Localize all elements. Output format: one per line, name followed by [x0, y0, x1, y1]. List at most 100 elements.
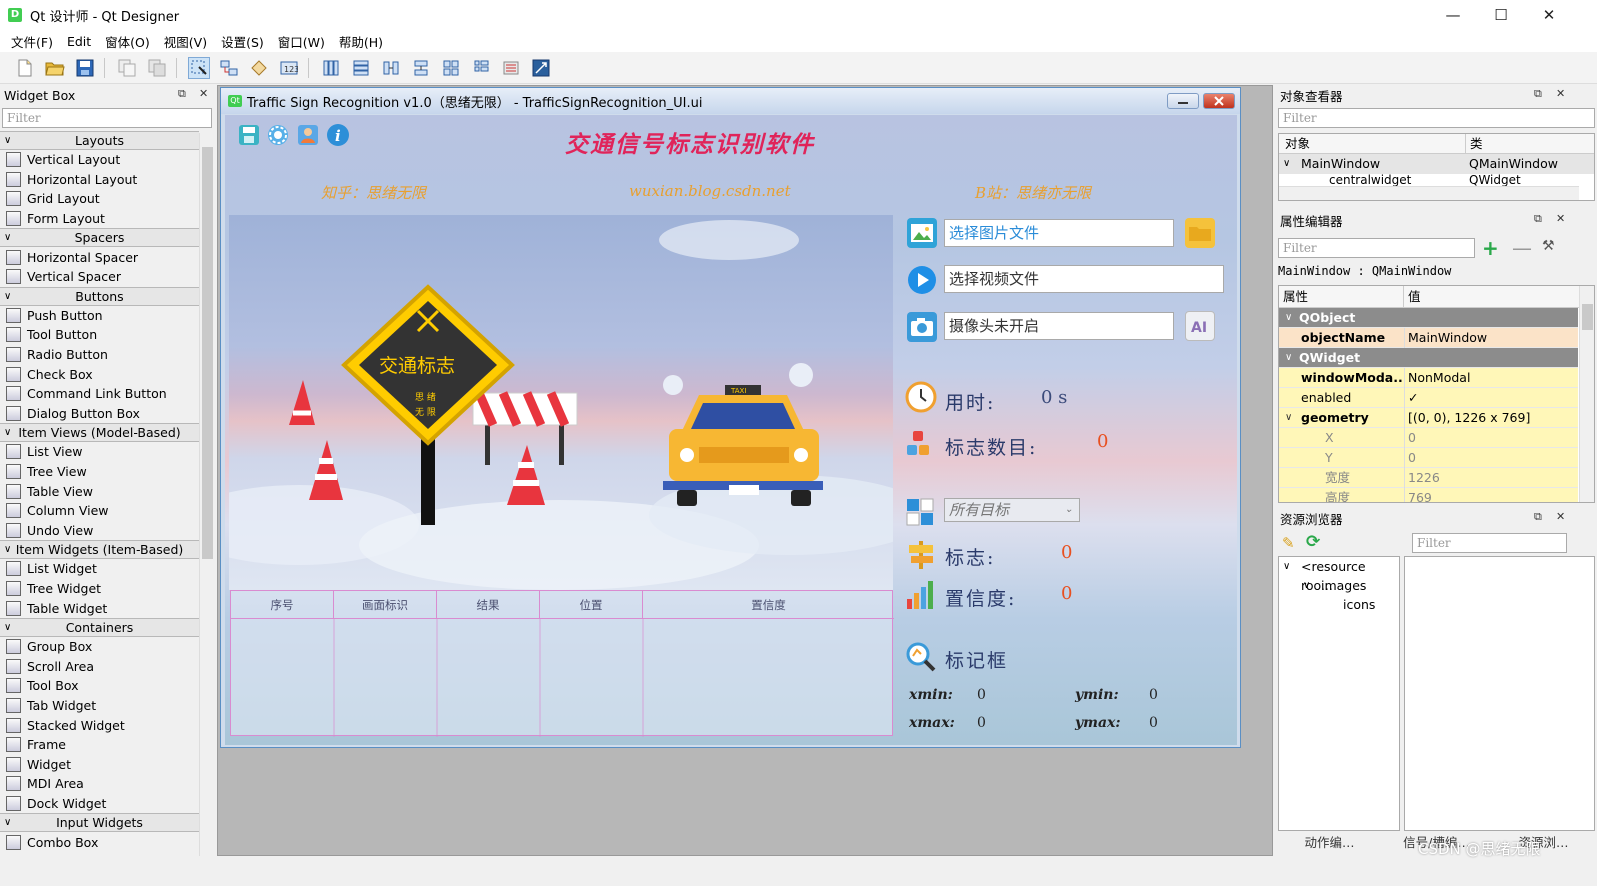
edit-widgets-icon[interactable] — [188, 57, 210, 79]
widget-item[interactable]: Undo View — [0, 521, 199, 541]
open-folder-button[interactable] — [1185, 218, 1215, 248]
widget-item[interactable]: Check Box — [0, 364, 199, 384]
widget-item[interactable]: Tree View — [0, 462, 199, 482]
widget-item[interactable]: Widget — [0, 754, 199, 774]
object-inspector-filter[interactable]: Filter — [1278, 108, 1595, 128]
widget-item[interactable]: Scroll Area — [0, 656, 199, 676]
menu-form[interactable]: 窗体(O) — [98, 32, 157, 51]
chevron-down-icon[interactable]: ∨ — [4, 288, 11, 305]
target-select-dropdown[interactable]: 所有目标 ⌄ — [944, 498, 1080, 522]
horizontal-scrollbar[interactable] — [1279, 186, 1579, 200]
menu-help[interactable]: 帮助(H) — [332, 32, 390, 51]
widget-item[interactable]: Grid Layout — [0, 189, 199, 209]
widget-item[interactable]: Table Widget — [0, 598, 199, 618]
col-header-position[interactable]: 位置 — [540, 591, 643, 619]
form-minimize-button[interactable] — [1167, 93, 1199, 109]
col-header-object[interactable]: 对象 — [1285, 134, 1310, 154]
layout-form-icon[interactable] — [470, 57, 492, 79]
reload-icon[interactable]: ⟳ — [1306, 532, 1320, 552]
copy-icon[interactable] — [116, 57, 138, 79]
widget-item[interactable]: List Widget — [0, 559, 199, 579]
property-row[interactable]: 高度 769 — [1279, 488, 1578, 502]
widget-category-header[interactable]: ∨ Item Widgets (Item-Based) — [0, 540, 199, 560]
widget-category-header[interactable]: ∨ Input Widgets — [0, 813, 199, 833]
widget-box-filter-input[interactable]: Filter — [2, 108, 212, 128]
results-table[interactable]: 序号 画面标识 结果 位置 置信度 — [230, 590, 894, 737]
property-filter-input[interactable]: Filter — [1278, 238, 1475, 258]
close-dock-icon[interactable]: ✕ — [1556, 212, 1565, 225]
col-header-frame[interactable]: 画面标识 — [334, 591, 437, 619]
widget-item[interactable]: Group Box — [0, 637, 199, 657]
widget-item[interactable]: Vertical Spacer — [0, 267, 199, 287]
property-group-row[interactable]: ∨ QWidget — [1279, 348, 1578, 368]
menu-window[interactable]: 窗口(W) — [271, 32, 332, 51]
save-icon[interactable] — [74, 57, 96, 79]
float-dock-icon[interactable]: ⧉ — [1534, 87, 1542, 101]
chevron-down-icon[interactable]: ∨ — [4, 814, 11, 831]
save-tool-icon[interactable] — [237, 123, 261, 151]
widget-item[interactable]: Column View — [0, 501, 199, 521]
layout-grid-icon[interactable] — [440, 57, 462, 79]
select-video-field[interactable]: 选择视频文件 — [944, 265, 1224, 293]
expand-arrow-icon[interactable]: ∨ — [1283, 154, 1290, 174]
chevron-down-icon[interactable]: ∨ — [4, 424, 11, 441]
float-dock-icon[interactable]: ⧉ — [1534, 510, 1542, 524]
col-header-value[interactable]: 值 — [1403, 286, 1421, 308]
info-icon[interactable]: i — [326, 123, 350, 151]
widget-item[interactable]: List View — [0, 442, 199, 462]
widget-category-header[interactable]: ∨ Spacers — [0, 228, 199, 248]
tree-row-centralwidget[interactable]: centralwidget QWidget — [1279, 174, 1594, 186]
widget-category-header[interactable]: ∨ Item Views (Model-Based) — [0, 423, 199, 443]
wrench-icon[interactable]: ⚒ — [1542, 238, 1555, 254]
layout-horizontal-icon[interactable] — [320, 57, 342, 79]
user-icon[interactable] — [296, 123, 320, 151]
property-row[interactable]: windowModa... NonModal — [1279, 368, 1578, 388]
float-dock-icon[interactable]: ⧉ — [178, 87, 186, 101]
widget-item[interactable]: Horizontal Layout — [0, 170, 199, 190]
property-value[interactable]: MainWindow — [1404, 328, 1552, 348]
layout-v-splitter-icon[interactable] — [410, 57, 432, 79]
camera-status-field[interactable]: 摄像头未开启 — [944, 312, 1174, 340]
menu-file[interactable]: 文件(F) — [4, 32, 60, 51]
chevron-down-icon[interactable]: ∨ — [4, 132, 11, 149]
col-header-index[interactable]: 序号 — [231, 591, 334, 619]
widget-item[interactable]: Vertical Layout — [0, 150, 199, 170]
layout-h-splitter-icon[interactable] — [380, 57, 402, 79]
select-image-field[interactable]: 选择图片文件 — [944, 219, 1174, 247]
break-layout-icon[interactable] — [500, 57, 522, 79]
property-row[interactable]: ∨ geometry [(0, 0), 1226 x 769] — [1279, 408, 1578, 428]
property-value[interactable]: 0 — [1404, 428, 1552, 448]
widget-item[interactable]: Push Button — [0, 306, 199, 326]
col-header-class[interactable]: 类 — [1465, 134, 1483, 154]
close-dock-icon[interactable]: ✕ — [199, 87, 208, 100]
widget-item[interactable]: Form Layout — [0, 209, 199, 229]
property-row[interactable]: 宽度 1226 — [1279, 468, 1578, 488]
widget-item[interactable]: Dock Widget — [0, 794, 199, 814]
settings-gear-icon[interactable] — [266, 123, 290, 151]
edit-buddies-icon[interactable] — [248, 57, 270, 79]
property-value[interactable]: 769 — [1404, 488, 1552, 502]
form-close-button[interactable] — [1203, 93, 1235, 109]
widget-category-header[interactable]: ∨ Buttons — [0, 286, 199, 306]
widget-item[interactable]: MDI Area — [0, 774, 199, 794]
adjust-size-icon[interactable] — [530, 57, 552, 79]
property-value[interactable]: NonModal — [1404, 368, 1552, 388]
property-value[interactable]: 1226 — [1404, 468, 1552, 488]
remove-property-icon[interactable]: — — [1512, 236, 1532, 260]
chevron-down-icon[interactable]: ∨ — [4, 229, 11, 246]
paste-icon[interactable] — [146, 57, 168, 79]
edit-resources-icon[interactable]: ✎ — [1282, 534, 1295, 552]
property-row[interactable]: enabled ✓ — [1279, 388, 1578, 408]
col-header-property[interactable]: 属性 — [1283, 286, 1308, 308]
form-window[interactable]: Qt Traffic Sign Recognition v1.0（思绪无限） -… — [220, 87, 1241, 748]
property-scrollbar[interactable] — [1579, 286, 1594, 502]
property-value[interactable]: 0 — [1404, 448, 1552, 468]
widget-item[interactable]: Tree Widget — [0, 579, 199, 599]
widget-box-scrollbar[interactable] — [199, 133, 214, 856]
widget-item[interactable]: Horizontal Spacer — [0, 247, 199, 267]
resource-tree-images[interactable]: ∨ images — [1279, 576, 1399, 595]
edit-tab-order-icon[interactable]: 123 — [278, 57, 300, 79]
resource-tree-icons[interactable]: icons — [1279, 595, 1399, 614]
open-folder-icon[interactable] — [44, 57, 66, 79]
property-value[interactable]: ✓ — [1404, 388, 1552, 408]
